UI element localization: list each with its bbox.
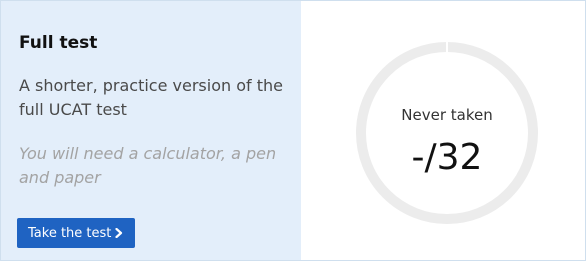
test-title: Full test <box>19 33 98 53</box>
score-value: -/32 <box>411 137 483 178</box>
test-requirement-note: You will need a calculator, a pen and pa… <box>19 144 277 187</box>
chevron-right-icon <box>115 228 123 238</box>
take-test-button[interactable]: Take the test <box>17 218 136 248</box>
score-progress-ring <box>356 41 538 224</box>
score-panel: Never taken -/32 <box>301 1 585 260</box>
test-info-panel: Full test A shorter, practice version of… <box>1 1 301 260</box>
test-status-text: Never taken <box>401 106 493 124</box>
full-test-card: Full test A shorter, practice version of… <box>0 0 586 261</box>
take-test-button-label: Take the test <box>28 225 112 241</box>
test-description: A shorter, practice version of the full … <box>19 76 283 119</box>
